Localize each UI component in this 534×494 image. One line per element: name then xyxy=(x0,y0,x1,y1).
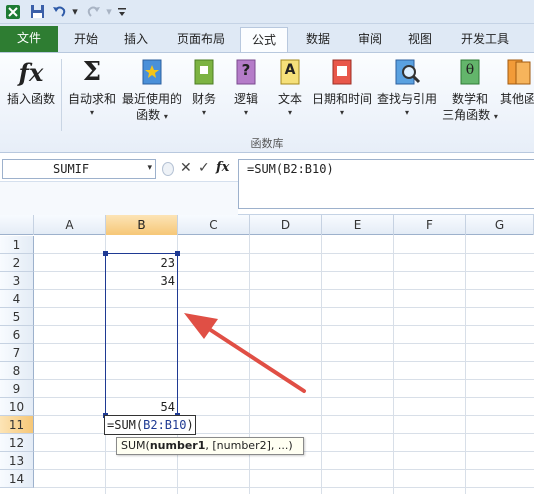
quick-access-toolbar: ▾ ▾ xyxy=(0,0,534,24)
tab-developer[interactable]: 开发工具 xyxy=(452,27,518,52)
lookup-book-icon xyxy=(393,57,421,87)
undo-dropdown-icon[interactable]: ▾ xyxy=(70,3,80,20)
formula-bar-left-area xyxy=(0,181,238,215)
tab-formulas[interactable]: 公式 xyxy=(240,27,288,53)
tab-view[interactable]: 视图 xyxy=(398,27,442,52)
tab-page-layout[interactable]: 页面布局 xyxy=(170,27,232,52)
text-button[interactable]: A 文本 ▾ xyxy=(272,57,308,119)
book-star-icon xyxy=(138,57,166,87)
lookup-reference-button[interactable]: 查找与引用 ▾ xyxy=(374,57,440,119)
financial-book-icon xyxy=(190,57,218,87)
recently-used-button[interactable]: 最近使用的 函数 ▾ xyxy=(120,57,184,123)
tab-home[interactable]: 开始 xyxy=(64,27,108,52)
logical-book-icon: ? xyxy=(232,57,260,87)
fx-icon: fx xyxy=(18,57,44,87)
tab-file[interactable]: 文件 xyxy=(0,26,58,52)
undo-icon[interactable] xyxy=(50,3,68,20)
financial-button[interactable]: 财务 ▾ xyxy=(184,57,224,119)
insert-function-button[interactable]: fx 插入函数 xyxy=(2,57,60,107)
sigma-icon: Σ xyxy=(82,57,102,87)
ribbon-tabs: 文件 开始 插入 页面布局 公式 数据 审阅 视图 开发工具 xyxy=(0,24,534,53)
formula-text: =SUM(B2:B10) xyxy=(247,162,334,176)
autosum-button[interactable]: Σ 自动求和 ▾ xyxy=(64,57,120,119)
tab-review[interactable]: 审阅 xyxy=(348,27,392,52)
excel-icon[interactable] xyxy=(4,3,22,20)
redo-icon[interactable] xyxy=(84,3,102,20)
ribbon-divider xyxy=(61,59,62,131)
annotation-arrow-icon xyxy=(184,313,306,393)
math-book-icon: θ xyxy=(456,57,484,87)
more-functions-button[interactable]: 其他函 xyxy=(500,57,534,107)
date-time-button[interactable]: 日期和时间 ▾ xyxy=(310,57,374,119)
grip-icon xyxy=(162,162,174,176)
date-book-icon xyxy=(328,57,356,87)
name-box-dropdown-icon[interactable]: ▾ xyxy=(147,163,152,173)
name-box[interactable]: SUMIF ▾ xyxy=(2,159,156,179)
insert-function-icon[interactable]: fx xyxy=(216,160,229,175)
logical-button[interactable]: ? 逻辑 ▾ xyxy=(228,57,264,119)
name-box-value: SUMIF xyxy=(53,162,90,176)
formula-bar: SUMIF ▾ ✕ ✓ fx =SUM(B2:B10) xyxy=(0,153,534,215)
tab-insert[interactable]: 插入 xyxy=(114,27,158,52)
text-book-icon: A xyxy=(276,57,304,87)
formula-input[interactable]: =SUM(B2:B10) xyxy=(238,159,534,209)
enter-icon[interactable]: ✓ xyxy=(198,160,210,176)
redo-dropdown-icon[interactable]: ▾ xyxy=(104,3,114,20)
customize-icon[interactable] xyxy=(117,3,127,20)
more-functions-icon xyxy=(503,57,531,87)
worksheet-grid[interactable]: A B C D E F G 1 2 3 4 5 6 7 8 9 10 11 12… xyxy=(0,215,534,494)
math-trig-button[interactable]: θ 数学和 三角函数 ▾ xyxy=(440,57,500,123)
function-library-group-label: 函数库 xyxy=(250,137,284,150)
formula-controls: ✕ ✓ fx xyxy=(158,159,236,179)
cancel-icon[interactable]: ✕ xyxy=(180,160,192,176)
save-icon[interactable] xyxy=(28,3,46,20)
ribbon-formulas: fx 插入函数 Σ 自动求和 ▾ 最近使用的 函数 ▾ 财务 ▾ ? 逻辑 ▾ … xyxy=(0,52,534,153)
tab-data[interactable]: 数据 xyxy=(296,27,340,52)
